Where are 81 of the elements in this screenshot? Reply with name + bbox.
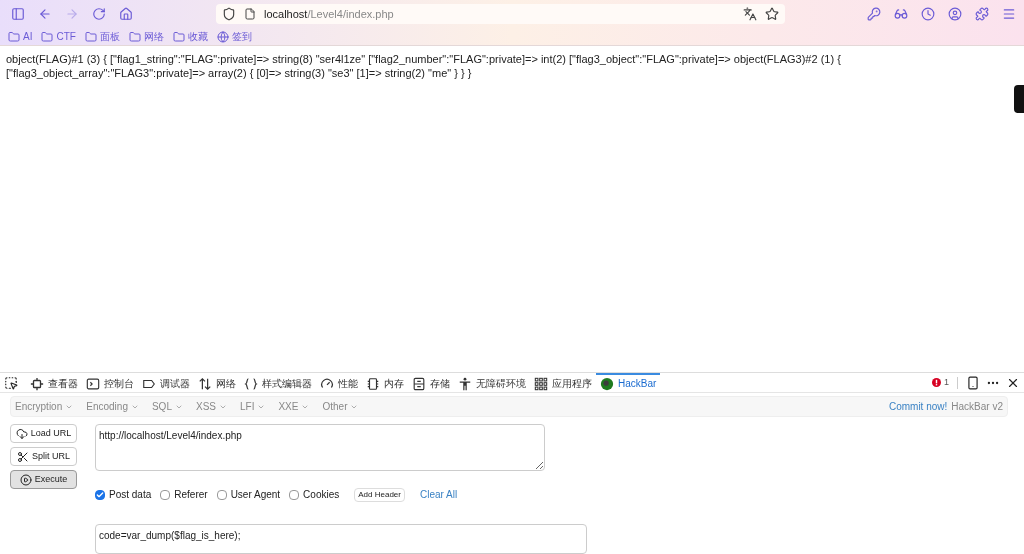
frame-icon xyxy=(30,376,44,391)
menu-dropdown[interactable]: Other xyxy=(322,399,359,414)
menu-dropdown[interactable]: Encryption xyxy=(15,399,74,414)
hackbar-icon xyxy=(600,376,614,391)
folder-icon xyxy=(84,30,97,43)
account-icon[interactable] xyxy=(948,7,962,21)
devtools-tab[interactable]: 内存 xyxy=(362,372,408,393)
storage-icon xyxy=(412,376,426,391)
side-tab[interactable] xyxy=(1014,85,1024,113)
bookmark[interactable]: 网络 xyxy=(128,29,164,44)
translate-icon[interactable] xyxy=(743,7,757,21)
reload-icon[interactable] xyxy=(92,7,106,21)
sidebar-icon[interactable] xyxy=(11,7,25,21)
error-count[interactable]: 1 xyxy=(932,375,949,390)
clear-all-link[interactable]: Clear All xyxy=(419,487,458,502)
devtools-tab[interactable]: 样式编辑器 xyxy=(240,372,316,393)
devtools-tab[interactable]: 无障碍环境 xyxy=(454,372,530,393)
commit-link[interactable]: Commit now! xyxy=(888,399,948,414)
arrows-icon xyxy=(198,376,212,391)
option-checkbox[interactable] xyxy=(95,489,105,500)
option-label: Referer xyxy=(174,488,208,502)
folder-icon xyxy=(172,30,185,43)
option-label: User Agent xyxy=(230,488,281,502)
scissors-icon xyxy=(17,450,29,463)
bookmark[interactable]: 签到 xyxy=(216,29,252,44)
devtools-tab[interactable]: 调试器 xyxy=(138,372,194,393)
memory-icon xyxy=(366,376,380,391)
devtools-tab[interactable]: 控制台 xyxy=(82,372,138,393)
clock-icon[interactable] xyxy=(921,7,935,21)
console-icon xyxy=(86,376,100,391)
address-bar[interactable]: localhost/Level4/index.php xyxy=(216,4,785,24)
key-icon[interactable] xyxy=(867,7,881,21)
cloud-icon xyxy=(15,427,28,440)
page-icon xyxy=(244,8,256,20)
devtools-tab[interactable]: 查看器 xyxy=(26,372,82,393)
menu-dropdown[interactable]: Encoding xyxy=(86,399,139,414)
star-icon[interactable] xyxy=(765,7,779,21)
grid-icon xyxy=(534,376,548,391)
menu-icon[interactable] xyxy=(1002,7,1016,21)
responsive-icon[interactable] xyxy=(966,375,980,390)
play-icon xyxy=(19,473,32,486)
home-icon[interactable] xyxy=(119,7,133,21)
shield-icon[interactable] xyxy=(222,7,236,21)
option-checkbox[interactable] xyxy=(160,489,171,500)
picker-icon[interactable] xyxy=(4,375,18,390)
folder-icon xyxy=(128,30,141,43)
gauge-icon xyxy=(320,376,334,391)
hackbar-button[interactable]: Load URL xyxy=(10,424,77,443)
devtools-tab[interactable]: 网络 xyxy=(194,372,240,393)
url-field[interactable]: http://localhost/Level4/index.php xyxy=(95,424,545,471)
post-data-field[interactable]: code=var_dump($flag_is_here); xyxy=(95,524,587,554)
bookmark[interactable]: CTF xyxy=(41,29,76,44)
add-header-button[interactable]: Add Header xyxy=(354,487,405,502)
option-label: Cookies xyxy=(303,488,340,502)
bookmark[interactable]: AI xyxy=(8,29,33,44)
hackbar-button[interactable]: Execute xyxy=(10,470,77,489)
accessibility-icon xyxy=(458,376,472,391)
menu-dropdown[interactable]: XXE xyxy=(278,399,310,414)
folder-icon xyxy=(41,30,54,43)
bookmark[interactable]: 面板 xyxy=(84,29,120,44)
var-dump-output: object(FLAG)#1 (3) { ["flag1_string":"FLAG":private]=> string(8) "ser4l1ze" ["flag2_number":"FLAG":private]=> int(2) ["flag3_object":"FLAG":private]=> object(FLAG3)#2 (1) { ["flag3_object_array":"FLAG3":private]=> array(2) { [0]=> string(3) "se3" [1]=> string(2) "me" } } } xyxy=(6,52,842,80)
error-icon xyxy=(932,378,941,387)
devtools-tab[interactable]: 性能 xyxy=(316,372,362,393)
puzzle-icon[interactable] xyxy=(975,7,989,21)
devtools-tab[interactable]: 存储 xyxy=(408,372,454,393)
globe-icon xyxy=(216,30,229,43)
folder-icon xyxy=(8,30,20,43)
glasses-icon[interactable] xyxy=(894,7,908,21)
devtools-tab[interactable]: HackBar xyxy=(596,372,661,393)
hackbar-button[interactable]: Split URL xyxy=(10,447,77,466)
option-label: Post data xyxy=(109,488,152,502)
menu-dropdown[interactable]: XSS xyxy=(195,399,227,414)
bookmark[interactable]: 收藏 xyxy=(172,29,208,44)
version-text: HackBar v2 xyxy=(951,400,1003,414)
back-icon[interactable] xyxy=(38,7,52,21)
devtools-tab[interactable]: 应用程序 xyxy=(530,372,596,393)
option-checkbox[interactable] xyxy=(289,489,300,500)
option-checkbox[interactable] xyxy=(216,489,227,500)
braces-icon xyxy=(244,376,258,391)
url-text: localhost/Level4/index.php xyxy=(264,6,394,22)
menu-dropdown[interactable]: SQL xyxy=(151,399,183,414)
